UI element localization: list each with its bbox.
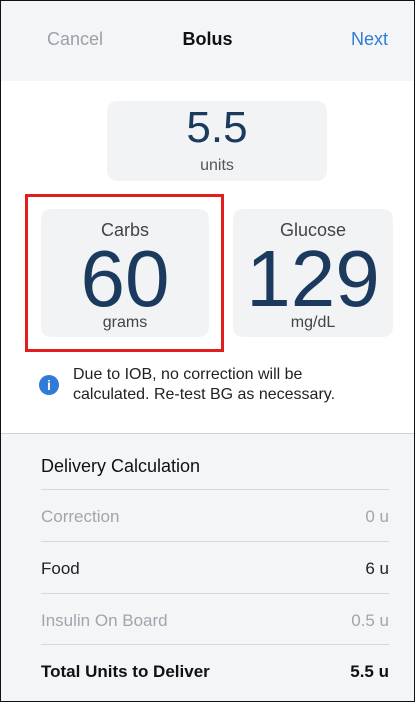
- next-button[interactable]: Next: [351, 29, 388, 50]
- total-units-row: Total Units to Deliver 5.5 u: [41, 644, 389, 696]
- food-row: Food 6 u: [41, 541, 389, 593]
- highlight-box: [25, 194, 224, 352]
- delivery-calculation-title: Delivery Calculation: [41, 456, 201, 476]
- insulin-on-board-value: 0.5 u: [351, 611, 389, 630]
- correction-row: Correction 0 u: [41, 489, 389, 541]
- correction-label: Correction: [41, 507, 120, 526]
- total-units-label: Total Units to Deliver: [41, 662, 210, 681]
- food-value: 6 u: [365, 559, 389, 578]
- bolus-screen: Cancel Bolus Next 5.5 units Carbs 60 gra…: [0, 0, 415, 702]
- info-message-line-1: Due to IOB, no correction will be: [73, 366, 303, 383]
- units-label: units: [200, 157, 234, 174]
- glucose-card[interactable]: Glucose 129 mg/dL: [233, 209, 393, 337]
- info-message: Due to IOB, no correction will be calcul…: [73, 365, 393, 405]
- insulin-on-board-row: Insulin On Board 0.5 u: [41, 593, 389, 645]
- food-label: Food: [41, 559, 80, 578]
- correction-value: 0 u: [365, 507, 389, 526]
- top-bar: Cancel Bolus Next: [1, 1, 414, 81]
- insulin-on-board-label: Insulin On Board: [41, 611, 168, 630]
- units-card[interactable]: 5.5 units: [107, 101, 327, 181]
- info-message-line-2: calculated. Re-test BG as necessary.: [73, 386, 336, 403]
- info-icon: i: [39, 375, 59, 395]
- glucose-value: 129: [246, 234, 380, 323]
- delivery-calculation-panel: Delivery Calculation Correction 0 u Food…: [1, 434, 414, 701]
- glucose-unit: mg/dL: [290, 314, 336, 331]
- total-units-value: 5.5 u: [350, 662, 389, 681]
- units-value: 5.5: [186, 103, 248, 152]
